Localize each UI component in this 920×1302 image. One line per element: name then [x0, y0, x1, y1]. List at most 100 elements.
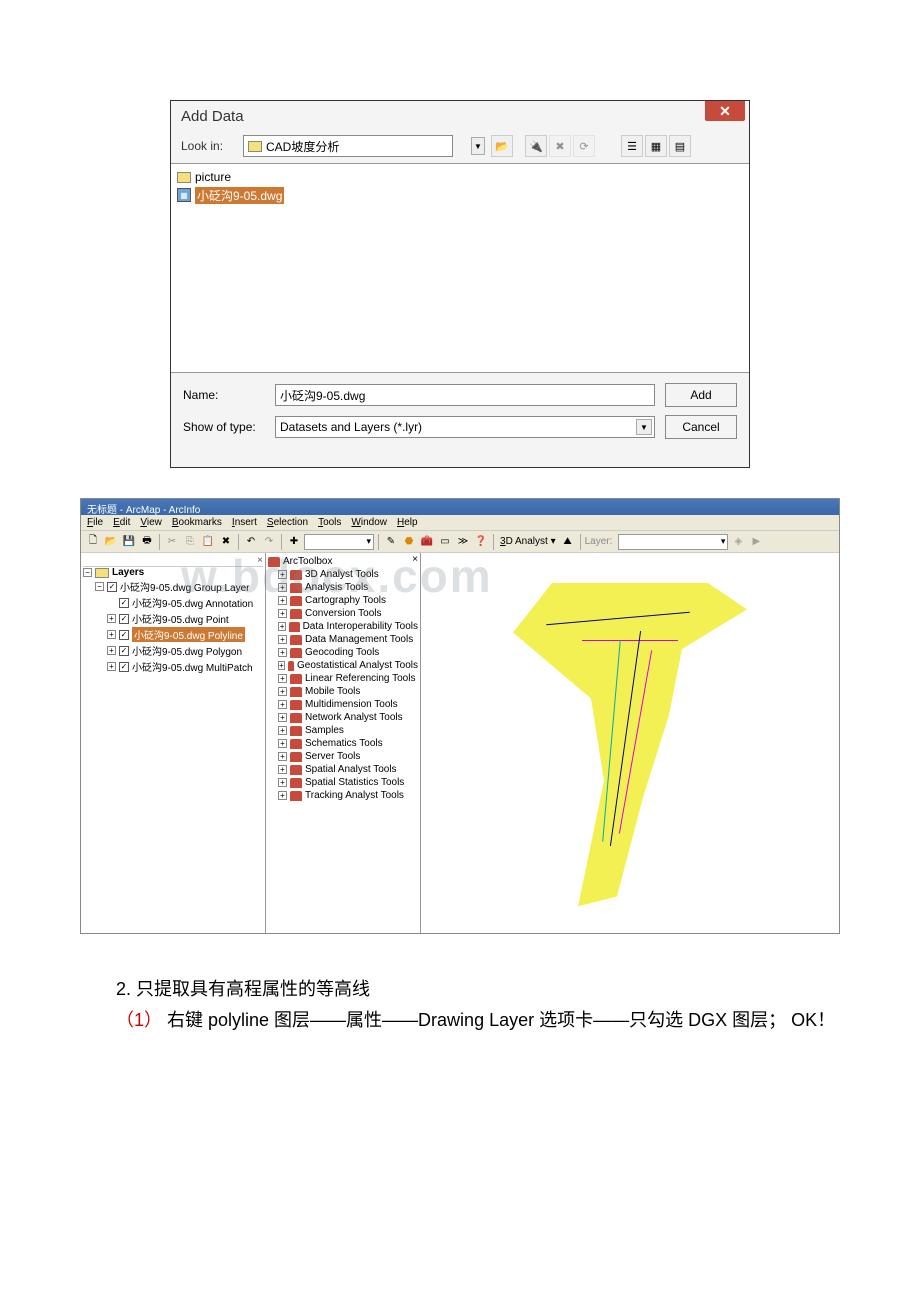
add-button[interactable]: Add [665, 383, 737, 407]
toolbox-item[interactable]: Samples [305, 725, 344, 736]
new-doc-icon[interactable]: 🗋 [85, 534, 101, 550]
print-icon[interactable]: 🖶 [139, 534, 155, 550]
undo-icon[interactable]: ↶ [243, 534, 259, 550]
menu-window[interactable]: Window [351, 517, 387, 528]
checkbox-checked[interactable]: ✓ [107, 582, 117, 592]
toolbox-item[interactable]: Geostatistical Analyst Tools [297, 660, 418, 671]
expand-icon[interactable]: + [278, 635, 287, 644]
expand-icon[interactable]: + [278, 726, 287, 735]
menu-bookmarks[interactable]: Bookmarks [172, 517, 222, 528]
expand-icon[interactable]: + [278, 609, 287, 618]
menu-help[interactable]: Help [397, 517, 418, 528]
save-icon[interactable]: 💾 [121, 534, 137, 550]
help-icon[interactable]: ❓ [473, 534, 489, 550]
paste-icon[interactable]: 📋 [200, 534, 216, 550]
delete-icon[interactable]: ✖ [218, 534, 234, 550]
layer-point[interactable]: 小砭沟9-05.dwg Point [132, 611, 229, 626]
redo-icon[interactable]: ↷ [261, 534, 277, 550]
thumbnails-view-icon[interactable]: ▤ [669, 135, 691, 157]
expand-icon[interactable]: + [107, 630, 116, 639]
expand-icon[interactable]: + [278, 778, 287, 787]
layers-root[interactable]: Layers [112, 567, 144, 578]
file-list[interactable]: picture ▦ 小砭沟9-05.dwg [171, 163, 749, 373]
arccatalog-icon[interactable]: ⬣ [401, 534, 417, 550]
menu-selection[interactable]: Selection [267, 517, 308, 528]
checkbox-checked[interactable]: ✓ [119, 614, 129, 624]
type-select[interactable]: Datasets and Layers (*.lyr) ▼ [275, 416, 655, 438]
open-icon[interactable]: 📂 [103, 534, 119, 550]
toolbox-item[interactable]: Data Interoperability Tools [303, 621, 418, 632]
expand-icon[interactable]: + [278, 739, 287, 748]
layer-combo[interactable]: ▾ [618, 534, 728, 550]
expand-icon[interactable]: + [107, 646, 116, 655]
layer-annotation[interactable]: 小砭沟9-05.dwg Annotation [132, 595, 253, 610]
up-one-level-icon[interactable]: 📂 [491, 135, 513, 157]
file-item-folder[interactable]: picture [177, 168, 743, 186]
toolbox-item[interactable]: Cartography Tools [305, 595, 386, 606]
dropdown-arrow-icon[interactable]: ▼ [636, 419, 652, 435]
expand-icon[interactable]: + [278, 596, 287, 605]
expand-icon[interactable]: + [278, 765, 287, 774]
menu-file[interactable]: FFileile [87, 517, 103, 528]
tool-icon2[interactable]: ▶ [748, 534, 764, 550]
expand-icon[interactable]: + [278, 648, 287, 657]
expand-icon[interactable]: + [278, 661, 285, 670]
file-item-dwg[interactable]: ▦ 小砭沟9-05.dwg [177, 186, 743, 204]
3d-analyst-label[interactable]: 3D Analyst ▾ [500, 536, 556, 547]
toolbox-item[interactable]: Conversion Tools [305, 608, 382, 619]
cut-icon[interactable]: ✂ [164, 534, 180, 550]
toolbox-item[interactable]: Spatial Statistics Tools [305, 777, 404, 788]
toolbox-item[interactable]: Multidimension Tools [305, 699, 398, 710]
3d-layer-icon[interactable]: ⛰ [560, 534, 576, 550]
layer-multipatch[interactable]: 小砭沟9-05.dwg MultiPatch [132, 659, 253, 674]
editor-icon[interactable]: ✎ [383, 534, 399, 550]
tool-icon[interactable]: ◈ [730, 534, 746, 550]
menu-insert[interactable]: Insert [232, 517, 257, 528]
add-data-icon[interactable]: ✚ [286, 534, 302, 550]
cancel-button[interactable]: Cancel [665, 415, 737, 439]
lookin-dropdown-arrow[interactable]: ▼ [471, 137, 485, 155]
toolbox-item[interactable]: Server Tools [305, 751, 360, 762]
lookin-combo[interactable]: CAD坡度分析 [243, 135, 453, 157]
scale-combo[interactable]: ▾ [304, 534, 374, 550]
toolbox-item[interactable]: Spatial Analyst Tools [305, 764, 397, 775]
toolbox-root[interactable]: ArcToolbox [283, 556, 332, 567]
expand-icon[interactable]: + [278, 752, 287, 761]
expand-icon[interactable]: + [278, 713, 287, 722]
toolbox-item[interactable]: Analysis Tools [305, 582, 368, 593]
expand-icon[interactable]: + [278, 700, 287, 709]
details-view-icon[interactable]: ▦ [645, 135, 667, 157]
close-button[interactable]: ✕ [705, 101, 745, 121]
expand-icon[interactable]: + [107, 662, 116, 671]
menu-edit[interactable]: Edit [113, 517, 130, 528]
toolbox-item[interactable]: Linear Referencing Tools [305, 673, 415, 684]
checkbox-checked[interactable]: ✓ [119, 598, 129, 608]
checkbox-checked[interactable]: ✓ [119, 630, 129, 640]
map-view[interactable] [421, 553, 839, 933]
toolbox-item[interactable]: Network Analyst Tools [305, 712, 403, 723]
toolbox-item[interactable]: Data Management Tools [305, 634, 413, 645]
panel-close-icon[interactable]: × [412, 554, 418, 565]
name-input[interactable]: 小砭沟9-05.dwg [275, 384, 655, 406]
python-icon[interactable]: ≫ [455, 534, 471, 550]
copy-icon[interactable]: ⎘ [182, 534, 198, 550]
expand-icon[interactable]: + [278, 622, 286, 631]
arctoolbox-icon[interactable]: 🧰 [419, 534, 435, 550]
disconnect-icon[interactable]: ✖ [549, 135, 571, 157]
toolbox-item[interactable]: Schematics Tools [305, 738, 383, 749]
toolbox-item[interactable]: Tracking Analyst Tools [305, 790, 404, 801]
expand-icon[interactable]: + [278, 570, 287, 579]
expand-icon[interactable]: + [278, 583, 287, 592]
layer-polygon[interactable]: 小砭沟9-05.dwg Polygon [132, 643, 242, 658]
checkbox-checked[interactable]: ✓ [119, 646, 129, 656]
toolbox-item[interactable]: Mobile Tools [305, 686, 360, 697]
layer-group[interactable]: 小砭沟9-05.dwg Group Layer [120, 579, 250, 594]
cmdline-icon[interactable]: ▭ [437, 534, 453, 550]
checkbox-checked[interactable]: ✓ [119, 662, 129, 672]
menu-view[interactable]: View [140, 517, 162, 528]
expand-icon[interactable]: + [278, 674, 287, 683]
list-view-icon[interactable]: ☰ [621, 135, 643, 157]
expand-icon[interactable]: + [107, 614, 116, 623]
expand-icon[interactable]: + [278, 687, 287, 696]
toolbox-item[interactable]: 3D Analyst Tools [305, 569, 379, 580]
